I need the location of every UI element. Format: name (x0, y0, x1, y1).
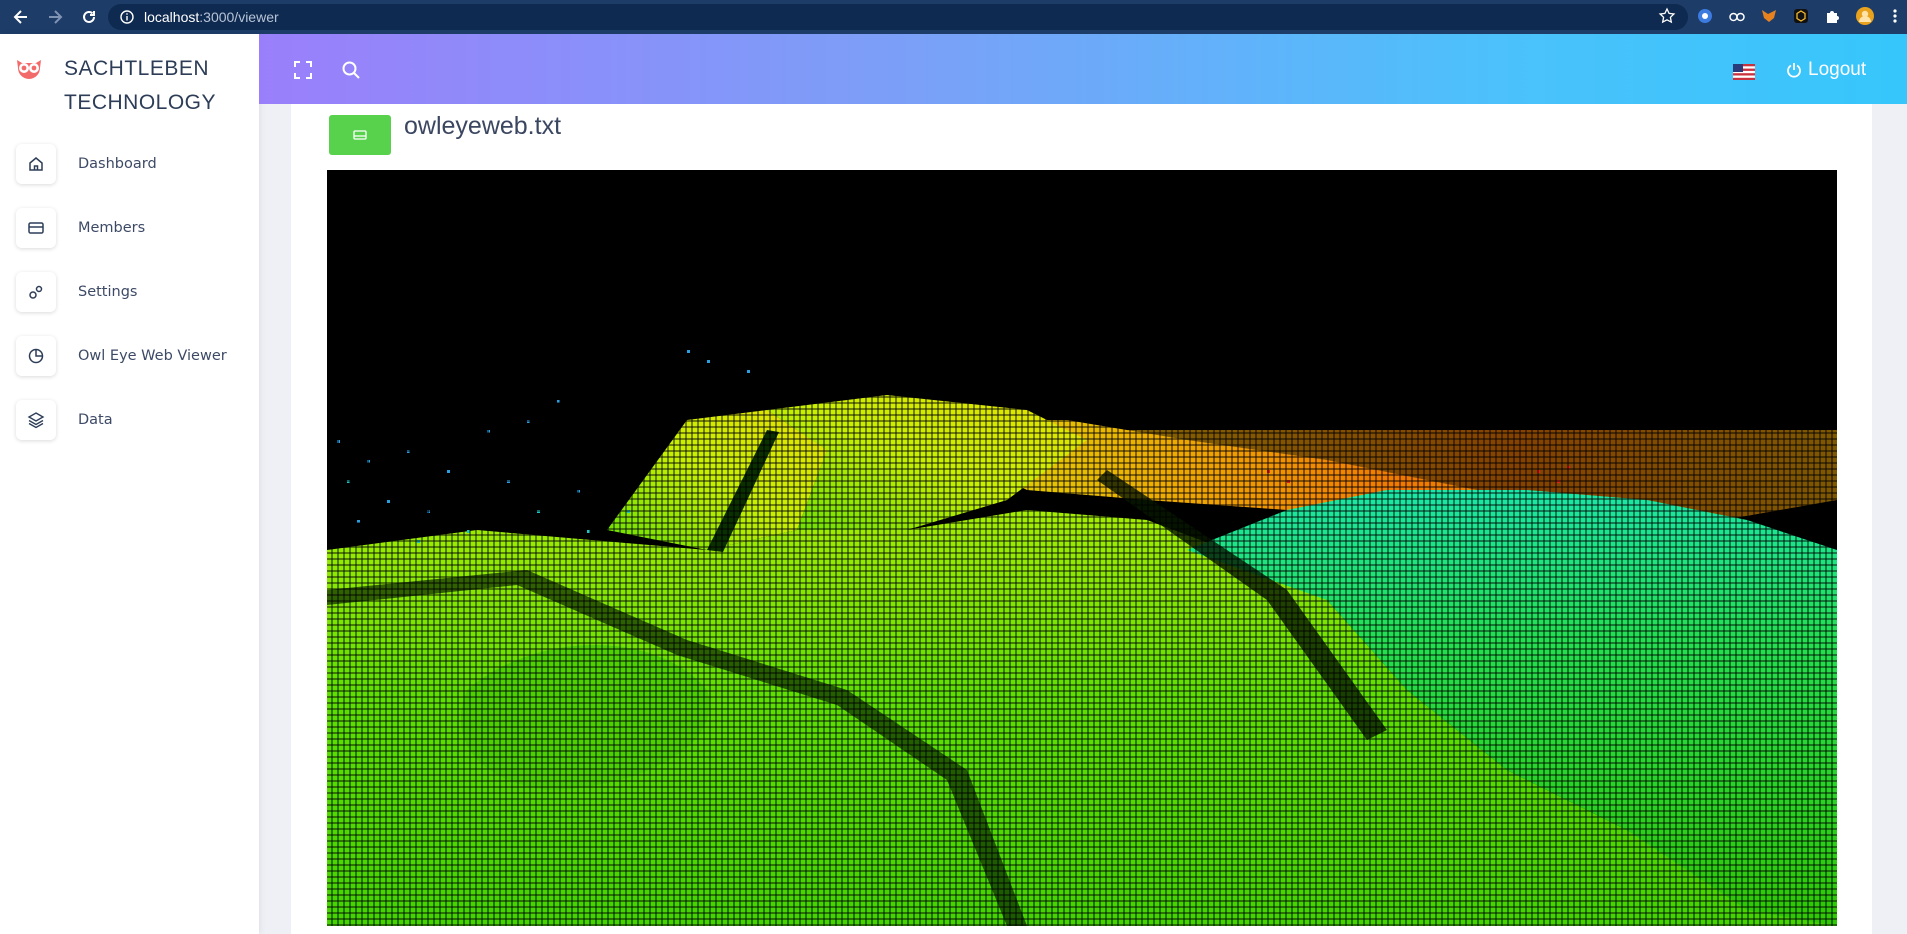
logout-label: Logout (1808, 59, 1867, 80)
extension-glasses-icon[interactable] (1727, 6, 1747, 26)
file-select-button[interactable] (329, 115, 391, 155)
sidebar-item-label: Owl Eye Web Viewer (78, 348, 227, 364)
sidebar-item-label: Data (78, 412, 113, 428)
top-header (259, 34, 1907, 104)
forward-icon[interactable] (42, 4, 68, 30)
sidebar-item-data[interactable]: Data (16, 398, 246, 442)
sidebar-item-settings[interactable]: Settings (16, 270, 246, 314)
sidebar-item-label: Settings (78, 284, 138, 300)
point-cloud-viewer[interactable] (327, 170, 1837, 926)
point-cloud-render (327, 170, 1837, 926)
info-icon[interactable] (120, 10, 134, 24)
owl-logo-icon (14, 54, 44, 84)
search-icon[interactable] (339, 58, 363, 82)
page-scrollbar[interactable] (1889, 104, 1907, 934)
reload-icon[interactable] (76, 4, 102, 30)
power-icon (1787, 63, 1801, 78)
metamask-icon[interactable] (1759, 6, 1779, 26)
back-icon[interactable] (8, 4, 34, 30)
sidebar-item-label: Dashboard (78, 156, 157, 172)
gears-icon (16, 272, 56, 312)
sidebar: SACHTLEBEN TECHNOLOGY Dashboard Members … (0, 34, 259, 934)
hdd-icon (353, 130, 367, 140)
fullscreen-icon[interactable] (291, 58, 315, 82)
url-host: localhost (144, 9, 200, 25)
browser-toolbar: localhost:3000/viewer (0, 0, 1907, 34)
brand-line-1: SACHTLEBEN (64, 57, 210, 80)
sidebar-item-owl-eye-web-viewer[interactable]: Owl Eye Web Viewer (16, 334, 246, 378)
sidebar-item-dashboard[interactable]: Dashboard (16, 142, 246, 186)
pie-chart-icon (16, 336, 56, 376)
url-path: :3000/viewer (199, 9, 279, 25)
us-flag-icon[interactable] (1733, 64, 1755, 80)
profile-avatar-icon[interactable] (1855, 6, 1875, 26)
browser-menu-icon[interactable] (1885, 6, 1905, 26)
layers-icon (16, 400, 56, 440)
bookmark-star-icon[interactable] (1657, 6, 1677, 26)
puzzle-extensions-icon[interactable] (1823, 6, 1843, 26)
brand-line-2: TECHNOLOGY (64, 91, 217, 114)
extension-eye-icon[interactable] (1695, 6, 1715, 26)
extension-cube-icon[interactable] (1791, 6, 1811, 26)
logout-button[interactable]: Logout (1786, 59, 1866, 81)
brand-name[interactable]: SACHTLEBEN TECHNOLOGY (64, 52, 216, 120)
sidebar-item-members[interactable]: Members (16, 206, 246, 250)
home-icon (16, 144, 56, 184)
sidebar-item-label: Members (78, 220, 146, 236)
address-bar[interactable]: localhost:3000/viewer (108, 4, 1688, 30)
url-text: localhost:3000/viewer (144, 9, 279, 25)
credit-card-icon (16, 208, 56, 248)
file-name-title: owleyeweb.txt (404, 112, 562, 140)
